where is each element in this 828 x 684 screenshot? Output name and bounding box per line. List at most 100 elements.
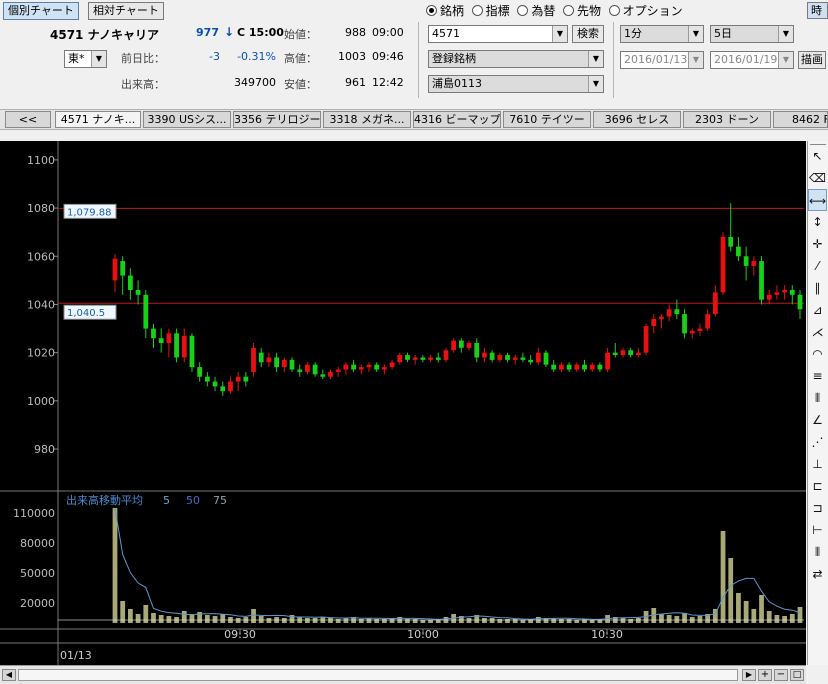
radio-fx[interactable]: 為替	[517, 4, 555, 18]
stock-tab[interactable]: 7610 テイツー	[503, 111, 591, 128]
zoom-in-icon[interactable]: +	[758, 669, 772, 681]
watchlist-select[interactable]: 浦島0113 ▼	[428, 75, 604, 93]
candle-body	[335, 369, 341, 372]
candle-body	[451, 340, 457, 351]
period-value: 5日	[714, 27, 732, 40]
period-select[interactable]: 5日 ▼	[710, 25, 794, 43]
period-icon[interactable]: ⊐	[808, 497, 827, 519]
eraser-icon[interactable]: ⌫	[808, 167, 827, 189]
gann-line-icon[interactable]: ∠	[808, 409, 827, 431]
stock-code-combo[interactable]: 4571 ▼	[428, 25, 568, 43]
crosshair-icon[interactable]: ✛	[808, 233, 827, 255]
cycle-icon[interactable]: ⊏	[808, 475, 827, 497]
volume-bar	[158, 615, 164, 623]
stock-tab[interactable]: 3390 USシス...	[143, 111, 231, 128]
candle-body	[143, 294, 149, 329]
x-tick-label: 10:00	[407, 628, 439, 641]
candle-body	[628, 350, 634, 356]
search-button[interactable]: 検索	[572, 25, 604, 43]
chart-area[interactable]: 1100 1080 1060 1040 1020 1000 980 110000 80000 50…	[0, 141, 806, 665]
volume-bar	[797, 607, 803, 623]
tab-relative-chart[interactable]: 相対チャート	[88, 2, 164, 20]
parallel-lines-icon[interactable]: ∥	[808, 277, 827, 299]
fibonacci-fan-icon[interactable]: ⋌	[808, 321, 827, 343]
candle-body	[366, 364, 372, 368]
candle-body	[689, 330, 695, 334]
candle-body	[412, 357, 418, 360]
time-zone-icon[interactable]: ⦀	[808, 541, 827, 563]
date-to-field[interactable]: 2016/01/19 ▼	[710, 51, 794, 69]
stock-tab[interactable]: 4316 ビーマップ	[413, 111, 501, 128]
price-chart-svg[interactable]: 1100108010601040102010009801100008000050…	[0, 141, 806, 665]
fibonacci-retracement-icon[interactable]: ≡	[808, 365, 827, 387]
scroll-left-arrow-icon[interactable]: ◀	[2, 669, 16, 681]
volume-bar	[789, 614, 795, 623]
candle-body	[197, 367, 203, 377]
candle-body	[328, 371, 333, 377]
candle-body	[535, 352, 541, 363]
stock-tab[interactable]: 3696 セレス	[593, 111, 681, 128]
cursor-icon[interactable]: ↖	[808, 145, 827, 167]
stock-tab[interactable]: 4571 ナノキ...	[55, 111, 141, 128]
candle-body	[605, 352, 610, 370]
candle-body	[435, 357, 441, 360]
candle-body	[243, 376, 249, 382]
candle-body	[582, 364, 587, 370]
radio-label: 銘柄	[440, 4, 465, 18]
fibonacci-arc-icon[interactable]: ◠	[808, 343, 827, 365]
stock-tab[interactable]: 3318 メガネ...	[323, 111, 411, 128]
tab-scroll-left[interactable]: <<	[5, 111, 51, 128]
horizontal-line-icon[interactable]: ⟷	[808, 189, 827, 211]
radio-stock[interactable]: 銘柄	[426, 4, 464, 18]
tab-individual-chart[interactable]: 個別チャート	[3, 2, 79, 20]
horizontal-scrollbar[interactable]: ◀ ▶ + − □	[0, 665, 806, 684]
arrow-tool-icon[interactable]: ⇄	[808, 563, 827, 585]
radio-futures[interactable]: 先物	[562, 4, 601, 18]
chevron-down-icon: ▼	[778, 52, 793, 68]
speed-line-icon[interactable]: ⊥	[808, 453, 827, 475]
drawing-toolbar: ↖ ⌫ ⟷ ↕ ✛ ⁄ ∥ ⊿ ⋌ ◠ ≡ ⦀ ∠ ⋰ ⊥ ⊏ ⊐ ⊢ ⦀ ⇄	[807, 141, 828, 665]
exchange-select[interactable]: 東* ▼	[64, 50, 107, 68]
scroll-track[interactable]	[18, 669, 738, 681]
candle-body	[251, 347, 256, 372]
gann-fan-icon[interactable]: ⋰	[808, 431, 827, 453]
candle-body	[712, 292, 718, 315]
trend-line-icon[interactable]: ⁄	[808, 255, 827, 277]
vertical-line-icon[interactable]: ↕	[808, 211, 827, 233]
x-tick-label: 10:30	[591, 628, 623, 641]
fibonacci-time-icon[interactable]: ⦀	[808, 387, 827, 409]
candle-body	[389, 362, 395, 368]
scroll-right-arrow-icon[interactable]: ▶	[742, 669, 756, 681]
registered-stocks-select[interactable]: 登録銘柄 ▼	[428, 50, 604, 68]
candle-body	[158, 338, 164, 344]
candle-body	[420, 357, 426, 360]
draw-button[interactable]: 描画	[798, 51, 826, 69]
volume-bar	[251, 609, 256, 623]
zoom-out-icon[interactable]: −	[774, 669, 788, 681]
candle-body	[466, 343, 472, 348]
high-time: 09:46	[372, 50, 404, 63]
stock-tab[interactable]: 8462 F	[773, 111, 828, 128]
candle-body	[774, 292, 780, 295]
chevron-down-icon: ▼	[688, 26, 703, 42]
range-icon[interactable]: ⊢	[808, 519, 827, 541]
channel-icon[interactable]: ⊿	[808, 299, 827, 321]
corner-button[interactable]: 時	[807, 2, 828, 19]
stock-tab[interactable]: 3356 テリロジー	[233, 111, 321, 128]
stock-tab[interactable]: 2303 ドーン	[683, 111, 771, 128]
reset-zoom-icon[interactable]: □	[790, 669, 804, 681]
radio-options[interactable]: オプション	[608, 4, 683, 18]
volume-tick-label: 80000	[20, 537, 55, 550]
volume-bar	[135, 614, 141, 623]
date-from-field[interactable]: 2016/01/13 ▼	[620, 51, 704, 69]
x-tick-label: 09:30	[224, 628, 256, 641]
y-tick-label: 980	[34, 443, 55, 456]
candle-body	[505, 355, 510, 360]
interval-select[interactable]: 1分 ▼	[620, 25, 704, 43]
category-radio-group: 銘柄 指標 為替 先物 オプション	[426, 2, 683, 19]
candle-body	[474, 343, 480, 358]
candle-body	[797, 294, 803, 310]
registered-value: 登録銘柄	[432, 52, 476, 65]
price-time: C 15:00	[237, 26, 284, 39]
radio-indicator[interactable]: 指標	[471, 4, 510, 18]
